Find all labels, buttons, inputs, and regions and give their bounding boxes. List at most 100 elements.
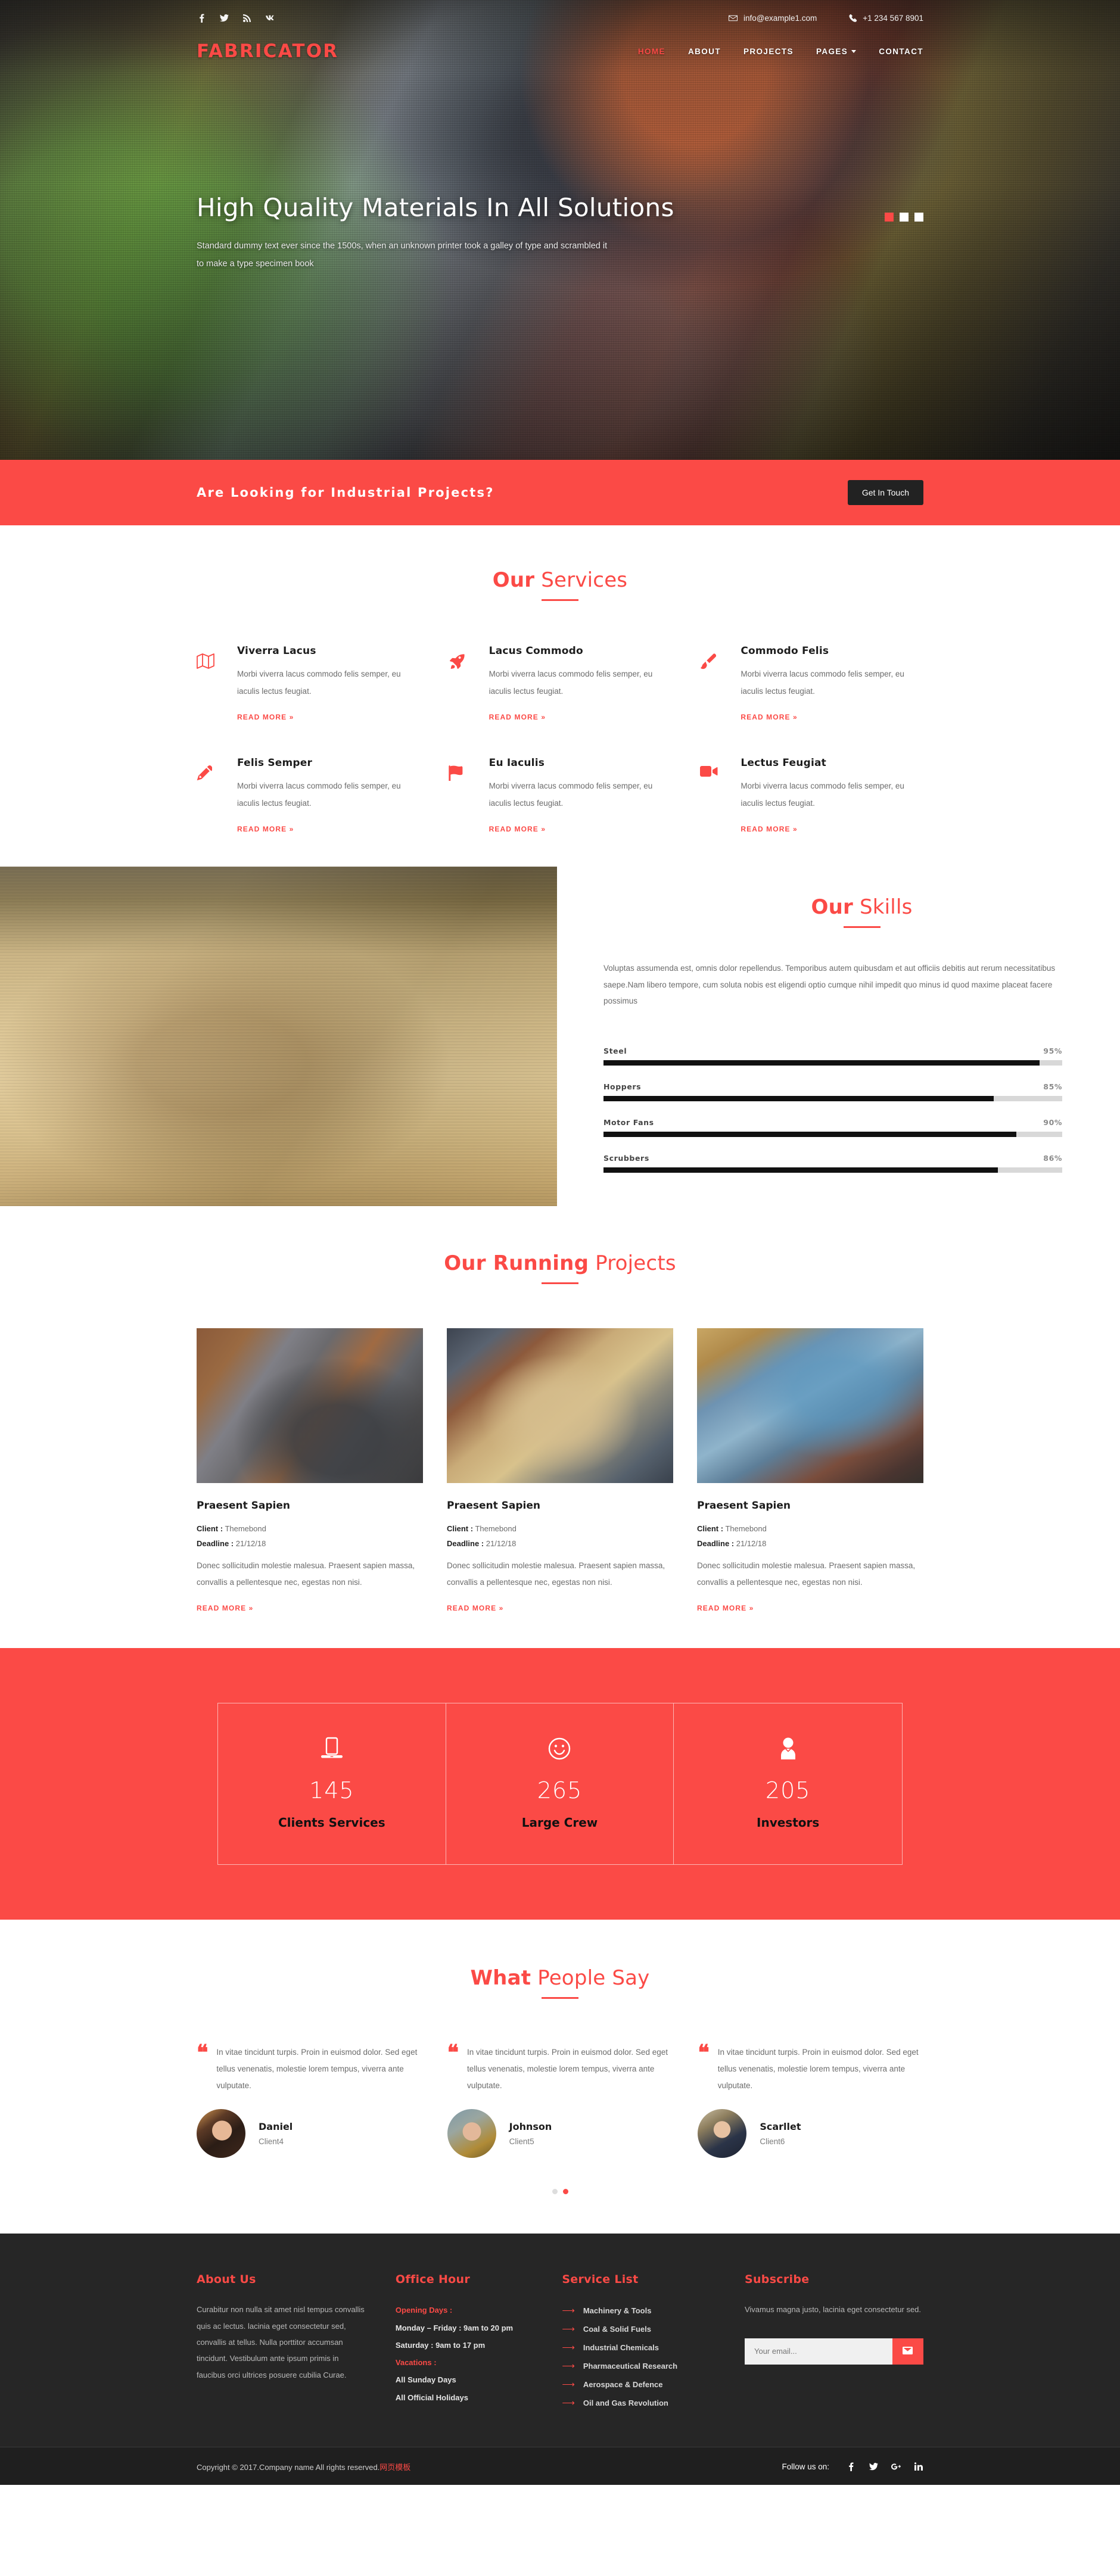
twitter-icon[interactable] <box>219 14 229 22</box>
project-meta: Client : Themebond Deadline : 21/12/18 <box>697 1521 923 1552</box>
saturday-hours: Saturday : 9am to 17 pm <box>395 2340 486 2350</box>
footer-service-item[interactable]: ⟶ Aerospace & Defence <box>562 2375 716 2394</box>
nav-item-contact[interactable]: CONTACT <box>879 47 923 56</box>
hero-slide-dot-2[interactable] <box>900 213 909 222</box>
subscribe-email-input[interactable] <box>744 2338 892 2365</box>
skill-percent: 95% <box>1043 1046 1062 1056</box>
footer-social: Follow us on: <box>782 2462 923 2471</box>
laptop-icon <box>218 1737 446 1761</box>
googleplus-icon[interactable] <box>891 2463 901 2471</box>
footer-service-item[interactable]: ⟶ Oil and Gas Revolution <box>562 2394 716 2412</box>
project-client-label: Client : <box>447 1524 474 1534</box>
footer-services-column: Service List ⟶ Machinery & Tools ⟶ Coal & … <box>562 2273 716 2412</box>
project-read-more-link[interactable]: READ MORE » <box>697 1604 754 1612</box>
main-navbar: FABRICATOR HOME ABOUT PROJECTS PAGES CON… <box>0 36 1120 67</box>
project-text: Donec sollicitudin molestie malesua. Pra… <box>697 1560 916 1587</box>
user-icon <box>674 1737 902 1761</box>
testimonials-section: What People Say ❝ In vitae tincidunt tur… <box>0 1920 1120 2234</box>
service-read-more-link[interactable]: READ MORE » <box>741 713 797 721</box>
topbar-phone[interactable]: +1 234 567 8901 <box>849 14 923 23</box>
project-client-value: Themebond <box>225 1524 266 1534</box>
service-read-more-link[interactable]: READ MORE » <box>237 825 294 833</box>
heading-underline <box>542 1282 578 1285</box>
topbar-email[interactable]: info@example1.com <box>729 14 817 23</box>
skills-section: Our Skills Voluptas assumenda est, omnis… <box>0 867 1120 1207</box>
testimonials-grid: ❝ In vitae tincidunt turpis. Proin in eu… <box>197 2042 923 2158</box>
testimonial-name: Scarllet <box>760 2121 801 2133</box>
counter-label: Clients Services <box>278 1815 385 1830</box>
footer-service-item[interactable]: ⟶ Pharmaceutical Research <box>562 2357 716 2375</box>
services-heading: Our Services <box>197 568 923 601</box>
facebook-icon[interactable] <box>197 14 206 23</box>
skill-track <box>603 1096 1062 1102</box>
testimonial-dot-2[interactable] <box>562 2189 568 2195</box>
nav-item-about[interactable]: ABOUT <box>688 47 721 56</box>
services-grid: Viverra Lacus Morbi viverra lacus commod… <box>197 645 923 834</box>
service-card: Felis Semper Morbi viverra lacus commodo… <box>197 757 420 834</box>
rss-icon[interactable] <box>242 14 251 22</box>
service-read-more-link[interactable]: READ MORE » <box>741 825 797 833</box>
project-read-more-link[interactable]: READ MORE » <box>447 1604 503 1612</box>
service-text: Morbi viverra lacus commodo felis semper… <box>741 669 904 696</box>
hero-slide-dot-3[interactable] <box>914 213 923 222</box>
project-thumbnail[interactable] <box>697 1328 923 1484</box>
counter-label: Investors <box>757 1815 820 1830</box>
skill-percent: 90% <box>1043 1118 1062 1127</box>
service-read-more-link[interactable]: READ MORE » <box>489 825 546 833</box>
heading-underline <box>542 1997 578 1999</box>
arrow-right-icon: ⟶ <box>562 2361 575 2372</box>
footer-service-item[interactable]: ⟶ Machinery & Tools <box>562 2301 716 2320</box>
nav-item-pages[interactable]: PAGES <box>816 46 857 56</box>
project-deadline-value: 21/12/18 <box>235 1539 266 1549</box>
page-root: info@example1.com +1 234 567 8901 FABRIC… <box>0 0 1120 2485</box>
project-thumbnail[interactable] <box>447 1328 673 1484</box>
video-icon <box>700 757 727 834</box>
vacations-label: Vacations : <box>395 2358 437 2368</box>
project-title: Praesent Sapien <box>447 1500 540 1512</box>
footer-service-item[interactable]: ⟶ Industrial Chemicals <box>562 2338 716 2357</box>
vk-icon[interactable] <box>265 15 274 21</box>
testimonial-name: Daniel <box>259 2121 293 2133</box>
topbar-phone-text: +1 234 567 8901 <box>863 13 923 23</box>
counter-cell: 205 Investors <box>674 1703 902 1864</box>
nav-item-projects[interactable]: PROJECTS <box>743 47 794 56</box>
copyright-link[interactable]: 网页模板 <box>379 2463 410 2472</box>
footer: About Us Curabitur non nulla sit amet ni… <box>0 2234 1120 2447</box>
skill-label: Steel <box>603 1046 627 1056</box>
avatar <box>197 2109 245 2158</box>
nav-item-pages-label: PAGES <box>816 46 848 56</box>
counter-value: 265 <box>537 1777 583 1804</box>
footer-service-label: Machinery & Tools <box>583 2306 652 2316</box>
project-read-more-link[interactable]: READ MORE » <box>197 1604 253 1612</box>
service-read-more-link[interactable]: READ MORE » <box>489 713 546 721</box>
project-card: Praesent Sapien Client : Themebond Deadl… <box>197 1328 423 1613</box>
counter-label: Large Crew <box>521 1815 598 1830</box>
testimonial-card: ❝ In vitae tincidunt turpis. Proin in eu… <box>447 2042 673 2158</box>
service-title: Commodo Felis <box>741 645 829 657</box>
twitter-icon[interactable] <box>869 2462 878 2471</box>
hero-slide-dot-1[interactable] <box>885 213 894 222</box>
skill-bar: Scrubbers 86% <box>603 1154 1062 1173</box>
service-title: Lectus Feugiat <box>741 757 826 770</box>
testimonial-dot-1[interactable] <box>552 2189 558 2195</box>
service-card: Lectus Feugiat Morbi viverra lacus commo… <box>700 757 923 834</box>
skill-fill <box>603 1060 1040 1066</box>
footer-service-item[interactable]: ⟶ Coal & Solid Fuels <box>562 2320 716 2338</box>
site-logo[interactable]: FABRICATOR <box>197 41 338 62</box>
skills-heading-light: Skills <box>859 895 913 920</box>
get-in-touch-button[interactable]: Get In Touch <box>847 480 923 505</box>
topbar-email-text: info@example1.com <box>743 13 817 23</box>
linkedin-icon[interactable] <box>914 2462 923 2471</box>
skills-bars: Steel 95% Hoppers 85% Motor Fans 90% Scr… <box>603 1046 1062 1173</box>
project-thumbnail[interactable] <box>197 1328 423 1484</box>
facebook-icon[interactable] <box>846 2462 855 2471</box>
service-card: Viverra Lacus Morbi viverra lacus commod… <box>197 645 420 722</box>
subscribe-submit-button[interactable] <box>892 2338 923 2365</box>
service-read-more-link[interactable]: READ MORE » <box>237 713 294 721</box>
service-title: Eu Iaculis <box>489 757 545 770</box>
footer-about-column: About Us Curabitur non nulla sit amet ni… <box>197 2273 367 2412</box>
footer-service-label: Industrial Chemicals <box>583 2343 659 2353</box>
counter-value: 145 <box>309 1777 354 1804</box>
footer-service-list: ⟶ Machinery & Tools ⟶ Coal & Solid Fuels ⟶… <box>562 2301 716 2412</box>
nav-item-home[interactable]: HOME <box>638 47 665 56</box>
